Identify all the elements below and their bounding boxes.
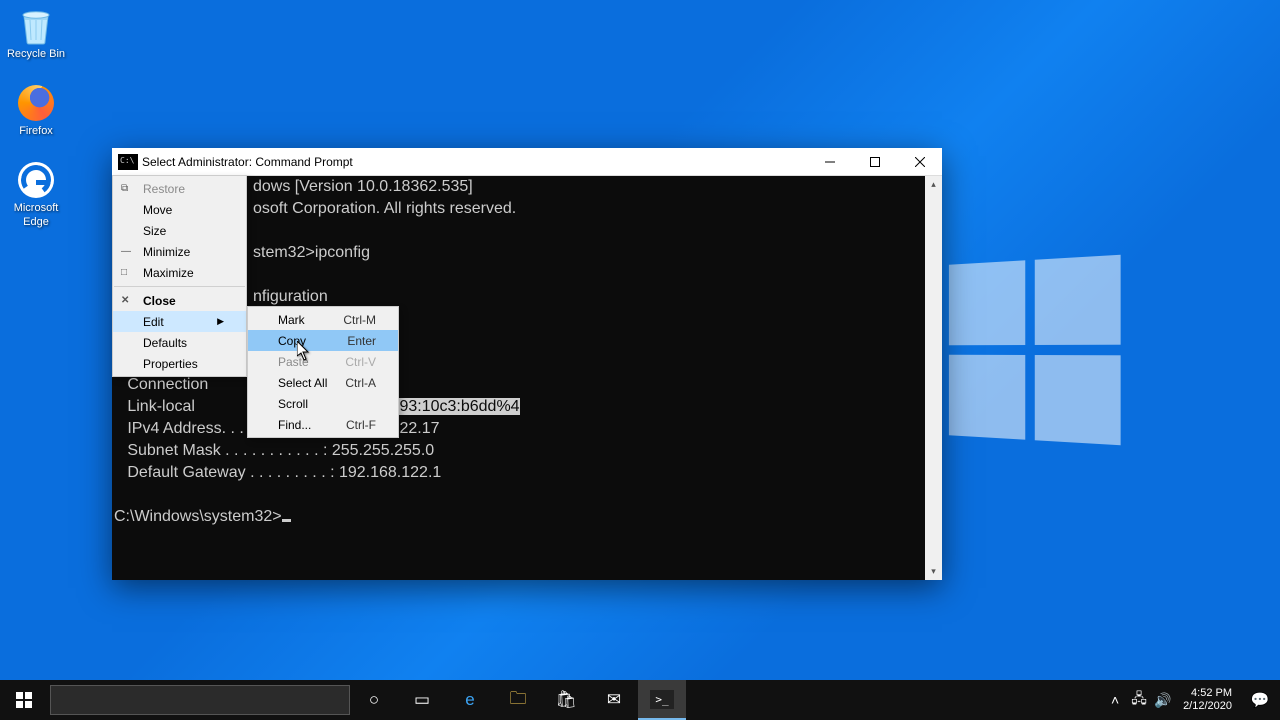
taskbar-app-explorer[interactable]: 🗀 xyxy=(494,680,542,720)
menu-separator xyxy=(114,286,245,287)
titlebar[interactable]: Select Administrator: Command Prompt xyxy=(112,148,942,176)
folder-icon: 🗀 xyxy=(510,686,527,715)
taskbar-taskview-button[interactable]: ▭ xyxy=(398,680,446,720)
notifications-icon: 💬 xyxy=(1251,691,1270,709)
terminal-cursor xyxy=(282,519,291,522)
tray-network-button[interactable]: 🖧 xyxy=(1127,688,1151,712)
cmd-icon: >_ xyxy=(650,690,673,709)
taskbar-search-input[interactable] xyxy=(50,685,350,715)
edge-icon: e xyxy=(465,690,474,710)
taskbar-cortana-button[interactable]: ○ xyxy=(350,680,398,720)
submenu-arrow-icon: ▶ xyxy=(217,316,224,327)
edit-submenu: MarkCtrl-M CopyEnter PasteCtrl-V Select … xyxy=(247,306,399,438)
mail-icon: ✉ xyxy=(607,690,621,710)
system-menu: ⧉Restore Move Size —Minimize □Maximize ✕… xyxy=(112,175,247,377)
close-button[interactable] xyxy=(897,148,942,175)
menu-item-defaults[interactable]: Defaults xyxy=(113,332,246,353)
recycle-bin-icon xyxy=(16,6,56,46)
network-icon: 🖧 xyxy=(1131,690,1147,706)
menu-item-select-all[interactable]: Select AllCtrl-A xyxy=(248,372,398,393)
taskview-icon: ▭ xyxy=(414,690,430,710)
scroll-down-button[interactable]: ▾ xyxy=(925,563,942,580)
window-title: Select Administrator: Command Prompt xyxy=(142,155,353,169)
desktop-icon-label: Microsoft Edge xyxy=(4,202,68,228)
taskbar-app-store[interactable]: 🛍 xyxy=(542,680,590,720)
menu-item-scroll[interactable]: Scroll xyxy=(248,393,398,414)
menu-item-minimize[interactable]: —Minimize xyxy=(113,241,246,262)
windows-logo-backdrop xyxy=(949,255,1121,446)
scroll-up-button[interactable]: ▴ xyxy=(925,176,942,193)
close-icon: ✕ xyxy=(121,295,129,306)
desktop-icon-firefox[interactable]: Firefox xyxy=(4,83,68,138)
taskbar-app-edge[interactable]: e xyxy=(446,680,494,720)
minimize-icon: — xyxy=(121,246,131,257)
menu-item-copy[interactable]: CopyEnter xyxy=(248,330,398,351)
menu-item-edit[interactable]: Edit▶ xyxy=(113,311,246,332)
desktop-icon-recycle-bin[interactable]: Recycle Bin xyxy=(4,6,68,61)
tray-time: 4:52 PM xyxy=(1183,687,1232,700)
tray-volume-button[interactable]: 🔊 xyxy=(1151,692,1175,709)
start-button[interactable] xyxy=(0,680,48,720)
system-tray: ˄ 🖧 🔊 4:52 PM 2/12/2020 💬 xyxy=(1103,680,1280,720)
tray-notifications-button[interactable]: 💬 xyxy=(1240,691,1280,709)
mouse-cursor-icon xyxy=(297,341,312,361)
scroll-track[interactable] xyxy=(925,193,942,563)
desktop-icons: Recycle Bin Firefox Microsoft Edge xyxy=(4,6,68,229)
cmd-icon xyxy=(118,154,138,170)
desktop-icon-edge[interactable]: Microsoft Edge xyxy=(4,160,68,228)
taskbar-app-mail[interactable]: ✉ xyxy=(590,680,638,720)
windows-logo-icon xyxy=(16,692,32,708)
taskbar-app-cmd[interactable]: >_ xyxy=(638,680,686,720)
minimize-button[interactable] xyxy=(807,148,852,175)
edge-icon xyxy=(16,160,56,200)
menu-item-find[interactable]: Find...Ctrl-F xyxy=(248,414,398,435)
tray-overflow-button[interactable]: ˄ xyxy=(1103,692,1127,708)
desktop-icon-label: Recycle Bin xyxy=(7,48,65,61)
restore-icon: ⧉ xyxy=(121,183,128,194)
menu-item-restore[interactable]: ⧉Restore xyxy=(113,178,246,199)
taskbar: ○ ▭ e 🗀 🛍 ✉ >_ ˄ 🖧 🔊 4:52 PM 2/12/2020 💬 xyxy=(0,680,1280,720)
menu-item-close[interactable]: ✕Close xyxy=(113,290,246,311)
menu-item-maximize[interactable]: □Maximize xyxy=(113,262,246,283)
desktop-icon-label: Firefox xyxy=(19,125,53,138)
store-icon: 🛍 xyxy=(555,690,577,710)
cortana-icon: ○ xyxy=(369,690,379,710)
maximize-icon: □ xyxy=(121,267,127,278)
chevron-up-icon: ˄ xyxy=(1111,692,1119,708)
tray-date: 2/12/2020 xyxy=(1183,700,1232,713)
maximize-button[interactable] xyxy=(852,148,897,175)
menu-item-properties[interactable]: Properties xyxy=(113,353,246,374)
volume-icon: 🔊 xyxy=(1154,692,1171,708)
scrollbar-vertical[interactable]: ▴ ▾ xyxy=(925,176,942,580)
menu-item-size[interactable]: Size xyxy=(113,220,246,241)
tray-clock[interactable]: 4:52 PM 2/12/2020 xyxy=(1175,687,1240,712)
menu-item-mark[interactable]: MarkCtrl-M xyxy=(248,309,398,330)
firefox-icon xyxy=(16,83,56,123)
menu-item-move[interactable]: Move xyxy=(113,199,246,220)
menu-item-paste[interactable]: PasteCtrl-V xyxy=(248,351,398,372)
